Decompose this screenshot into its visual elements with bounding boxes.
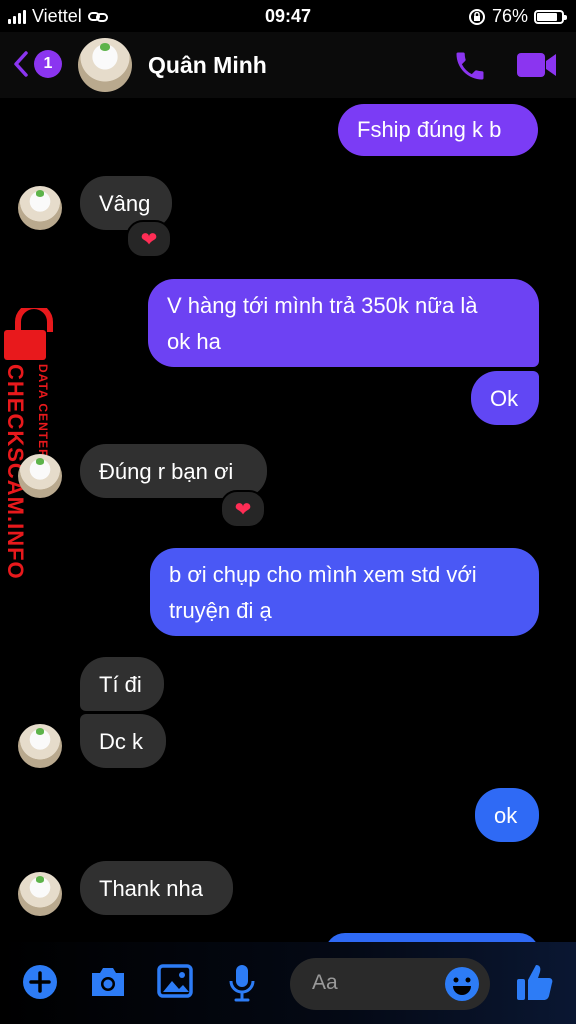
outgoing-message[interactable]: V hàng tới mình trả 350k nữa là ok ha xyxy=(148,279,539,367)
contact-avatar[interactable] xyxy=(78,38,132,92)
battery-icon xyxy=(534,9,567,24)
padlock-icon xyxy=(4,308,53,360)
chevron-left-icon xyxy=(14,51,28,77)
thumbs-up-icon[interactable] xyxy=(516,962,554,1002)
unread-badge: 1 xyxy=(34,50,62,78)
status-bar: Viettel 09:47 76% xyxy=(0,0,576,32)
status-right: 76% xyxy=(468,6,567,27)
incoming-message[interactable]: Tí đi xyxy=(80,657,164,711)
microphone-icon[interactable] xyxy=(228,964,256,1002)
gallery-icon[interactable] xyxy=(157,964,193,998)
back-button[interactable]: 1 xyxy=(12,50,62,78)
message-line: b ơi chụp cho mình xem std với xyxy=(169,562,477,587)
message-input[interactable]: Aa xyxy=(290,958,490,1010)
message-line: ok ha xyxy=(167,329,221,354)
message-input-placeholder: Aa xyxy=(312,971,338,994)
conversation-header: 1 Quân Minh xyxy=(0,32,576,98)
camera-icon[interactable] xyxy=(88,964,128,1000)
contact-avatar-small[interactable] xyxy=(18,724,62,768)
outgoing-message[interactable]: b ơi chụp cho mình xem std với truyện đi… xyxy=(150,548,539,636)
checkscam-watermark: CHECKSCAM.INFO DATA CENTER xyxy=(3,308,64,588)
video-call-icon[interactable] xyxy=(516,50,558,80)
incoming-message[interactable]: Thank nha xyxy=(80,861,233,915)
emoji-icon[interactable] xyxy=(444,966,480,1002)
outgoing-message[interactable]: Fship đúng k b xyxy=(338,104,538,156)
watermark-tagline: DATA CENTER xyxy=(36,364,50,459)
rotation-lock-icon xyxy=(468,8,485,25)
plus-icon[interactable] xyxy=(22,964,58,1000)
composer-bar: Aa xyxy=(0,942,576,1024)
message-line: V hàng tới mình trả 350k nữa là xyxy=(167,293,478,318)
message-line: truyện đi ạ xyxy=(169,598,272,623)
outgoing-message[interactable]: Ok xyxy=(471,371,539,425)
contact-name[interactable]: Quân Minh xyxy=(148,52,267,79)
contact-avatar-small[interactable] xyxy=(18,186,62,230)
contact-avatar-small[interactable] xyxy=(18,454,62,498)
phone-call-icon[interactable] xyxy=(452,48,488,84)
contact-avatar-small[interactable] xyxy=(18,872,62,916)
outgoing-message[interactable]: ok xyxy=(475,788,539,842)
heart-reaction[interactable]: ❤ xyxy=(126,220,172,258)
incoming-message[interactable]: Dc k xyxy=(80,714,166,768)
heart-reaction[interactable]: ❤ xyxy=(220,490,266,528)
battery-percent: 76% xyxy=(491,6,528,26)
